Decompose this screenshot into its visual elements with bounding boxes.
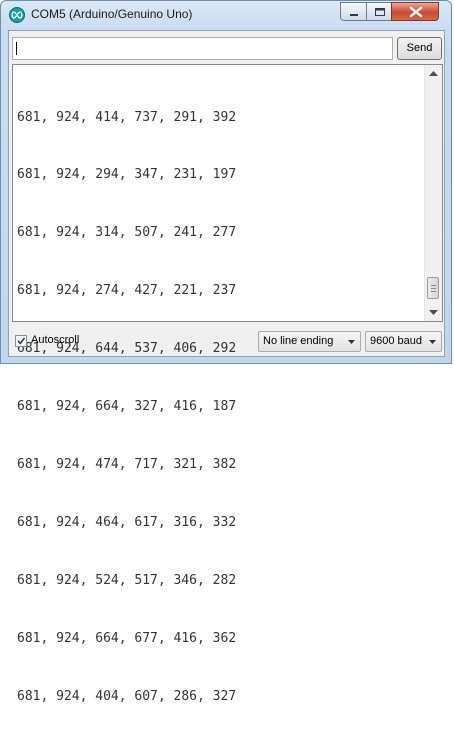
- send-input[interactable]: [12, 37, 393, 60]
- checkmark-icon: [17, 337, 26, 345]
- serial-output[interactable]: 681, 924, 414, 737, 291, 392 681, 924, 2…: [12, 64, 443, 704]
- line-ending-select[interactable]: No line ending: [258, 331, 361, 352]
- text-caret: [16, 42, 17, 55]
- output-line: 681, 924, 294, 347, 231, 197: [17, 167, 237, 183]
- chevron-down-icon: [429, 340, 436, 344]
- arduino-infinity-icon: [9, 7, 25, 23]
- window-title: COM5 (Arduino/Genuino Uno): [31, 7, 193, 21]
- output-line: 681, 924, 664, 327, 416, 187: [17, 399, 237, 415]
- output-line: 681, 924, 474, 717, 321, 382: [17, 456, 237, 472]
- autoscroll-checkbox[interactable]: [15, 335, 27, 347]
- output-line: 681, 924, 314, 507, 241, 277: [17, 225, 237, 241]
- vertical-scrollbar[interactable]: [424, 65, 442, 321]
- maximize-icon: [375, 8, 385, 16]
- line-ending-value: No line ending: [263, 335, 334, 347]
- close-button[interactable]: [391, 2, 439, 21]
- output-line: 681, 924, 414, 737, 291, 392: [17, 109, 237, 125]
- scroll-down-arrow-icon: [429, 310, 438, 315]
- output-line: 681, 924, 524, 517, 346, 282: [17, 572, 237, 588]
- output-line: 681, 924, 464, 617, 316, 332: [17, 514, 237, 530]
- chevron-down-icon: [348, 340, 355, 344]
- send-button[interactable]: Send: [397, 37, 442, 60]
- bottom-bar: Autoscroll No line ending 9600 baud: [9, 327, 444, 355]
- scroll-up-button[interactable]: [425, 65, 442, 82]
- autoscroll-label: Autoscroll: [31, 334, 80, 346]
- title-bar[interactable]: COM5 (Arduino/Genuino Uno): [1, 1, 451, 29]
- baud-rate-select[interactable]: 9600 baud: [365, 331, 442, 352]
- output-line: 681, 924, 404, 607, 286, 327: [17, 688, 237, 704]
- minimize-icon: [350, 14, 358, 16]
- maximize-button[interactable]: [366, 2, 392, 21]
- minimize-button[interactable]: [340, 2, 367, 21]
- serial-monitor-window: COM5 (Arduino/Genuino Uno) Send 681, 924…: [0, 0, 452, 704]
- output-lines: 681, 924, 414, 737, 291, 392 681, 924, 2…: [17, 69, 236, 732]
- output-line: 681, 924, 274, 427, 221, 237: [17, 283, 237, 299]
- baud-rate-value: 9600 baud: [370, 335, 422, 347]
- scroll-up-arrow-icon: [429, 71, 438, 76]
- scroll-down-button[interactable]: [425, 304, 442, 321]
- serial-monitor-client: Send 681, 924, 414, 737, 291, 392 681, 9…: [8, 30, 445, 704]
- output-line: 681, 924, 664, 677, 416, 362: [17, 630, 237, 646]
- scrollbar-thumb[interactable]: [427, 277, 439, 299]
- close-icon: [409, 6, 423, 18]
